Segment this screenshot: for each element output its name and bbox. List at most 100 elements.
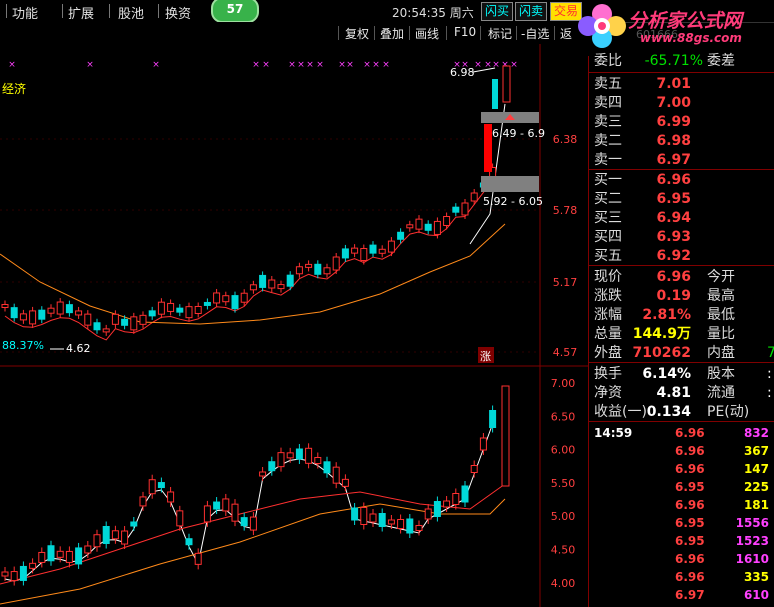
ask-row[interactable]: 卖一 6.97 (589, 150, 774, 170)
divider (589, 265, 774, 266)
candle-body (29, 310, 37, 325)
axis-tick-label: 6.50 (551, 410, 576, 423)
candle-body (397, 519, 405, 529)
axis-tick-label: 4.57 (553, 346, 578, 359)
candle-body (84, 545, 92, 554)
bid-price: 6.92 (656, 248, 691, 264)
overlay-button[interactable]: 叠加 (380, 25, 404, 42)
candle-body (341, 478, 349, 487)
stats-row: 收益(一) 0.134 PE(动) (589, 402, 774, 422)
bid-row[interactable]: 买三 6.94 (589, 208, 774, 228)
stats-label: 收益(一) (594, 404, 647, 420)
weibi-row: 委比 -65.71% 委差 (589, 51, 774, 71)
candle-body (443, 215, 451, 226)
kline-chart[interactable]: 6.38 5.78 5.17 4.57 7.00 6.50 6.00 5.50 5.00 4.5… (0, 44, 588, 607)
candle-body (203, 301, 211, 306)
clock-weekday: 周六 (449, 6, 474, 20)
candle-body (10, 571, 18, 582)
candle-body (167, 491, 175, 503)
signal-marker-icon: × (382, 60, 390, 70)
candle-body (203, 505, 211, 523)
ask-row[interactable]: 卖二 6.98 (589, 131, 774, 151)
signal-marker-icon: × (86, 60, 94, 70)
ask-row[interactable]: 卖三 6.99 (589, 112, 774, 132)
ask-price: 6.98 (656, 133, 691, 149)
candle-body (452, 206, 460, 213)
quote-label-2: 最高 (707, 288, 735, 304)
draw-line-button[interactable]: 画线 (415, 25, 439, 42)
bid-row[interactable]: 买五 6.92 (589, 246, 774, 266)
ask-row[interactable]: 卖四 7.00 (589, 93, 774, 113)
candle-body (314, 456, 322, 464)
bid-row[interactable]: 买四 6.93 (589, 227, 774, 247)
quote-value-2: 7 (767, 345, 774, 361)
candle-body (323, 267, 331, 275)
candle-body (139, 496, 147, 507)
mark-button[interactable]: 标记 (488, 25, 512, 42)
candle-body (406, 224, 414, 229)
bid-level-label: 买三 (594, 210, 622, 226)
quote-value: 710262 (632, 345, 691, 361)
remove-watchlist-button[interactable]: -自选 (521, 25, 549, 42)
restore-rights-button[interactable]: 复权 (345, 25, 369, 42)
candle-body (29, 562, 37, 569)
tick-row: 6.96 335 (589, 568, 774, 586)
candle-body (249, 284, 257, 291)
menu-separator (158, 4, 159, 18)
candle-body (56, 301, 64, 315)
bid-row[interactable]: 买二 6.95 (589, 189, 774, 209)
axis-tick-label: 6.00 (551, 444, 576, 457)
ask-price: 6.97 (656, 152, 691, 168)
bid-row[interactable]: 买一 6.96 (589, 170, 774, 190)
notification-badge[interactable]: 57 (211, 0, 259, 23)
candle-body (47, 545, 55, 562)
signal-marker-icon: × (474, 60, 482, 70)
candle-body (323, 461, 331, 474)
tick-volume: 181 (743, 498, 769, 512)
menu-switch[interactable]: 换资 (165, 3, 191, 22)
ask-price: 6.99 (656, 114, 691, 130)
tick-volume: 335 (743, 570, 769, 584)
candle-body (10, 307, 18, 319)
candle-body (111, 313, 119, 325)
candle-body (452, 493, 460, 505)
candle-body (222, 498, 230, 512)
ask-level-label: 卖三 (594, 114, 622, 130)
signal-marker-icon: × (262, 60, 270, 70)
quick-sell-button[interactable]: 闪卖 (515, 2, 548, 21)
quote-value: 0.19 (656, 288, 691, 304)
candle-body (121, 530, 129, 545)
candle-body (268, 461, 276, 472)
menu-extension[interactable]: 扩展 (68, 3, 94, 22)
signal-marker-icon: × (8, 60, 16, 70)
candle-body (461, 202, 469, 216)
quote-row: 现价 6.96 今开 (589, 267, 774, 287)
candle-body (351, 247, 359, 254)
axis-tick-label: 6.38 (553, 133, 578, 146)
candle-body (369, 513, 377, 523)
chart-toolbar: 复权 叠加 画线 F10 标记 -自选 返 (0, 22, 588, 44)
candle-body (406, 518, 414, 534)
candle-body (75, 547, 83, 565)
axis-tick-label: 4.00 (551, 577, 576, 590)
toolbar-separator (516, 26, 517, 40)
candle-body (1, 571, 9, 577)
quick-buy-button[interactable]: 闪买 (481, 2, 514, 21)
candle-body (222, 295, 230, 303)
toolbar-separator (374, 26, 375, 40)
tick-price: 6.97 (675, 588, 705, 602)
toolbar-separator (338, 26, 339, 40)
menu-stock-pool[interactable]: 股池 (118, 3, 144, 22)
tick-volume: 610 (743, 588, 769, 602)
candle-body (194, 552, 202, 565)
stats-label: 换手 (594, 366, 622, 382)
menu-function[interactable]: 功能 (12, 3, 38, 22)
divider (589, 362, 774, 363)
menu-separator (62, 4, 63, 18)
candle-body (139, 314, 147, 325)
ask-row[interactable]: 卖五 7.01 (589, 74, 774, 94)
quote-value: 2.81% (642, 307, 691, 323)
f10-button[interactable]: F10 (454, 25, 476, 39)
candle-body (424, 508, 432, 520)
candle-body (111, 530, 119, 540)
